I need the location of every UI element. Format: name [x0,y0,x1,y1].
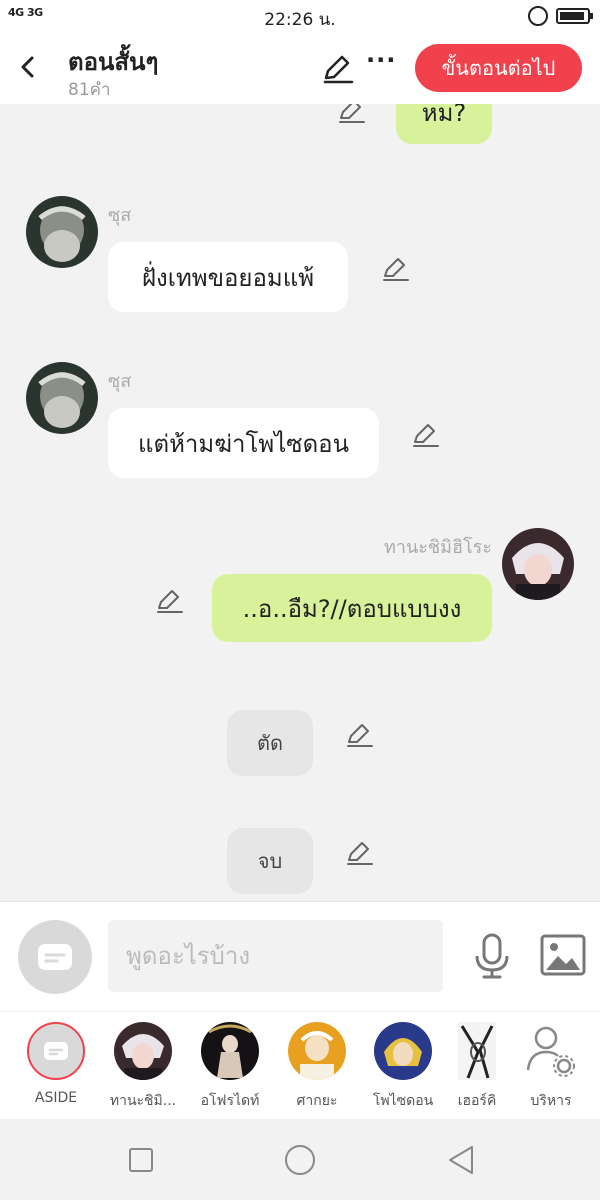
chat-area[interactable]: หม? ซุส ฝั่งเทพขอยอมแพ้ ซุส แต่ห้ามฆ่าโพ… [0,104,600,901]
character-heracles[interactable]: เฮอร์คิ [436,1022,518,1112]
chapter-header: ตอนสั้นๆ 81คำ ··· ขั้นตอนต่อไป [0,34,600,104]
system-nav-bar [0,1119,600,1200]
rotation-lock-icon [528,6,548,26]
narration-bubble[interactable]: ตัด [227,710,313,776]
home-icon[interactable] [283,1143,317,1177]
speaker-name: ทานะชิมิฮิโระ [383,537,492,558]
character-label: โพไซดอน [372,1093,434,1109]
pencil-icon[interactable] [410,420,440,450]
microphone-icon[interactable] [470,932,514,980]
recent-apps-icon[interactable] [124,1143,158,1177]
character-label: บริหาร [530,1093,572,1109]
avatar [288,1022,346,1080]
manage-characters[interactable]: บริหาร [510,1022,592,1112]
message-input-bar [0,901,600,1011]
pencil-icon[interactable] [154,586,184,616]
word-count: 81คำ [68,80,111,100]
speaker-name: ซุส [108,371,132,392]
narration-bubble[interactable]: จบ [227,828,313,894]
image-icon[interactable] [540,934,586,976]
speaker-name: ซุส [108,205,132,226]
character-label: ศากยะ [296,1093,338,1109]
avatar [201,1022,259,1080]
aside-toggle-button[interactable] [18,920,92,994]
pencil-icon[interactable] [320,52,354,86]
character-selector: ASIDE ทานะชิมิ... อโฟรไดท์ ศากยะ โพไซดอน… [0,1011,600,1119]
chat-bubble-icon [27,1022,85,1080]
more-options-icon[interactable]: ··· [366,46,396,74]
avatar [374,1022,432,1080]
clock: 22:26 น. [264,10,336,30]
character-label: อโฟรไดท์ [200,1093,260,1109]
message-bubble-partial[interactable]: หม? [396,104,492,144]
character-tanashimihiro[interactable]: ทานะชิมิ... [102,1022,184,1112]
avatar-zeus[interactable] [26,196,98,268]
pencil-icon[interactable] [380,254,410,284]
next-step-button[interactable]: ขั้นตอนต่อไป [415,44,582,92]
message-input[interactable] [108,920,443,992]
avatar [458,1022,496,1080]
avatar [114,1022,172,1080]
back-triangle-icon[interactable] [444,1143,478,1177]
character-aside[interactable]: ASIDE [15,1022,97,1106]
status-bar: 4G 3G 22:26 น. [0,0,600,34]
pencil-icon[interactable] [344,720,374,750]
character-aphrodite[interactable]: อโฟรไดท์ [189,1022,271,1112]
message-bubble[interactable]: แต่ห้ามฆ่าโพไซดอน [108,408,379,478]
avatar-zeus[interactable] [26,362,98,434]
user-settings-icon [522,1022,580,1080]
character-shakya[interactable]: ศากยะ [276,1022,358,1112]
character-label: ASIDE [34,1090,78,1106]
pencil-icon[interactable] [344,838,374,868]
pencil-icon[interactable] [336,104,366,126]
character-poseidon[interactable]: โพไซดอน [362,1022,444,1112]
character-label: ทานะชิมิ... [109,1093,177,1109]
chat-bubble-icon [38,944,72,970]
character-label: เฮอร์คิ [457,1093,497,1109]
message-bubble[interactable]: ฝั่งเทพขอยอมแพ้ [108,242,348,312]
back-arrow-icon[interactable] [14,50,44,84]
avatar-tanashimihiro[interactable] [502,528,574,600]
battery-icon [556,8,593,24]
message-bubble[interactable]: ..อ..อืม?//ตอบแบบงง [212,574,492,642]
